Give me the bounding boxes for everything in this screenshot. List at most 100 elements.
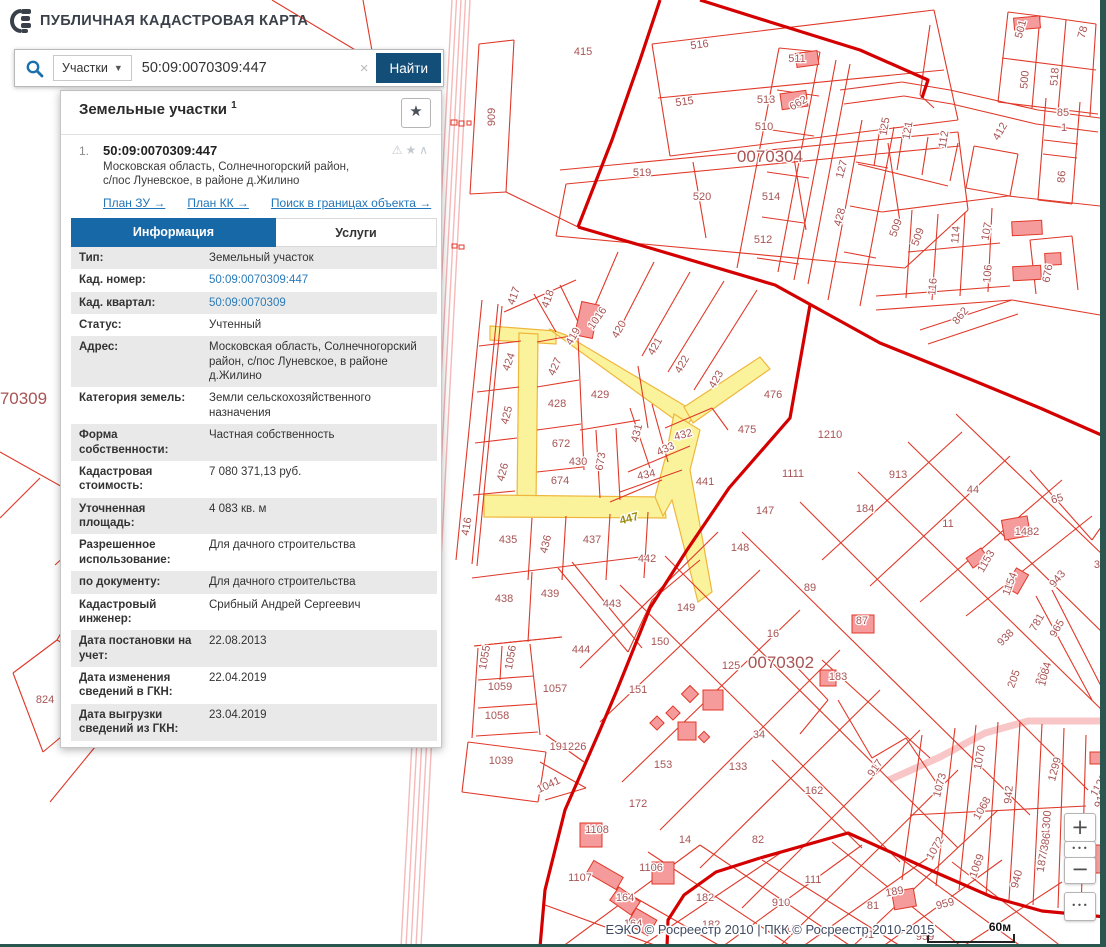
info-value[interactable]: 50:09:0070309:447: [209, 273, 431, 287]
info-value[interactable]: 50:09:0070309: [209, 296, 431, 310]
parcel-label: 1069: [967, 852, 987, 879]
parcel-label: 917: [865, 757, 885, 779]
parcel-label: 509: [909, 226, 927, 247]
parcel-label: 1073: [931, 772, 949, 799]
parcel-label: 943: [1047, 568, 1068, 590]
info-label: Адрес:: [79, 341, 119, 354]
find-button[interactable]: Найти: [376, 53, 441, 83]
info-row: Кад. номер: 50:09:0070309:447: [71, 269, 437, 291]
info-label: Кад. номер:: [79, 274, 146, 287]
parcel-label: 862: [950, 305, 971, 327]
item-link-1[interactable]: План КК →: [187, 196, 249, 210]
parcel-label: 514: [762, 191, 780, 203]
parcel-label: 938: [995, 627, 1016, 648]
parcel-label: 1108: [585, 824, 609, 836]
parcel-label: 1056: [503, 644, 519, 670]
parcel-label: 187/386: [1035, 832, 1054, 873]
parcel-label: 1055: [477, 644, 493, 670]
parcel-label: 520: [693, 191, 711, 203]
parcel-label: 443: [603, 598, 621, 610]
info-value: 7 080 371,13 руб.: [209, 465, 302, 478]
parcel-label: 164: [616, 892, 634, 904]
info-row: Статус: Учтенный: [71, 314, 437, 336]
parcel-label: 85: [1057, 107, 1069, 119]
info-label: Разрешенное использование:: [79, 539, 171, 566]
more-layers-button[interactable]: •••: [1064, 892, 1096, 921]
parcel-label: 475: [738, 424, 756, 436]
parcel-label: 153: [654, 759, 672, 771]
parcel-label: 148: [731, 542, 749, 554]
app-title: ПУБЛИЧНАЯ КАДАСТРОВАЯ КАРТА: [40, 13, 309, 29]
tab-услуги[interactable]: Услуги: [275, 217, 437, 247]
item-link-0[interactable]: План ЗУ →: [103, 196, 165, 210]
parcel-label: 424: [500, 351, 518, 372]
parcel-label: 34: [753, 729, 765, 741]
parcel-label: 0070309: [0, 389, 47, 408]
parcel-label: 1039: [489, 755, 513, 767]
svg-text:60м: 60м: [989, 920, 1011, 934]
parcel-label: 125: [722, 660, 740, 672]
parcel-label: 673: [594, 451, 609, 471]
info-row: Дата выгрузки сведений из ГКН: 23.04.2019: [71, 703, 437, 741]
parcel-label: 422: [673, 354, 693, 376]
more-options-button[interactable]: •••: [1064, 841, 1096, 858]
parcel-label: 44: [967, 484, 979, 496]
parcel-label: 415: [574, 46, 592, 58]
parcel-label: 435: [499, 534, 517, 546]
chevron-down-icon: ▼: [113, 63, 123, 73]
parcel-label: 509: [887, 217, 905, 238]
parcel-label: 418: [539, 288, 557, 309]
info-label: Категория земель:: [79, 392, 186, 405]
parcel-label: 438: [495, 593, 513, 605]
parcel-label: 417: [505, 285, 523, 306]
parcel-label: 1482: [1015, 526, 1039, 538]
parcel-label: 425: [499, 405, 515, 426]
parcel-label: 518: [1048, 67, 1062, 86]
parcel-label: 1084: [1036, 661, 1054, 688]
map-attribution: ЕЭКО © Росреестр 2010 | ПКК © Росреестр …: [606, 922, 935, 937]
info-label: Дата выгрузки сведений из ГКН:: [79, 708, 179, 736]
parcel-label: 1072: [924, 835, 947, 862]
info-value: Земли сельскохозяйственного назначения: [209, 392, 371, 419]
parcel-label: 86: [1056, 170, 1069, 183]
item-link-2[interactable]: Поиск в границах объекта →: [271, 196, 431, 210]
parcel-label: 940: [1009, 869, 1025, 890]
parcel-label: 121: [901, 120, 916, 140]
parcel-label: 11: [942, 518, 953, 530]
info-row: Кадастровый инженер: Срибный Андрей Серге…: [71, 594, 437, 631]
parcel-label: 1057: [543, 683, 567, 695]
item-status-icons[interactable]: ⚠★∧: [392, 143, 431, 157]
parcel-label: 1210: [818, 429, 842, 441]
parcel-label: 500: [1018, 70, 1032, 89]
parcel-label: 420: [610, 319, 630, 341]
parcel-label: 674: [551, 475, 569, 487]
parcel-label: 14: [679, 834, 691, 846]
zoom-in-button[interactable]: +: [1064, 813, 1096, 842]
info-value: 22.08.2013: [209, 635, 267, 648]
pkk-app: 415 909 516 515 519 520 511 513 662 510 514 512 127 4…: [0, 0, 1106, 947]
parcel-label: 1300: [1040, 810, 1054, 835]
pkk-logo-icon: [10, 9, 31, 33]
parcel-label: 676: [1041, 263, 1056, 283]
info-value: 22.04.2019: [209, 672, 267, 684]
parcel-label: 516: [690, 38, 710, 52]
parcel-label: 439: [541, 588, 559, 600]
zoom-out-button[interactable]: −: [1064, 857, 1096, 884]
parcel-label: 147: [756, 505, 774, 517]
info-row: Тип: Земельный участок: [71, 246, 437, 270]
tab-информация[interactable]: Информация: [71, 217, 276, 247]
info-value: Земельный участок: [209, 251, 314, 264]
parcel-label: 959: [935, 896, 956, 912]
parcel-label: 1299: [1046, 756, 1064, 783]
search-category-dropdown[interactable]: Участки ▼: [53, 55, 132, 81]
parcel-label: 182: [696, 892, 714, 904]
parcel-label: 476: [764, 389, 782, 401]
parcel-label: 127: [834, 159, 850, 180]
search-input[interactable]: [131, 60, 352, 76]
parcel-label: 1068: [971, 795, 994, 822]
favorites-star-button[interactable]: ★: [401, 98, 431, 128]
clear-search-icon[interactable]: ×: [352, 60, 377, 77]
parcel-label: 442: [638, 553, 656, 565]
parcel-label: 81: [867, 900, 879, 912]
info-label: Форма собственности:: [79, 429, 169, 456]
